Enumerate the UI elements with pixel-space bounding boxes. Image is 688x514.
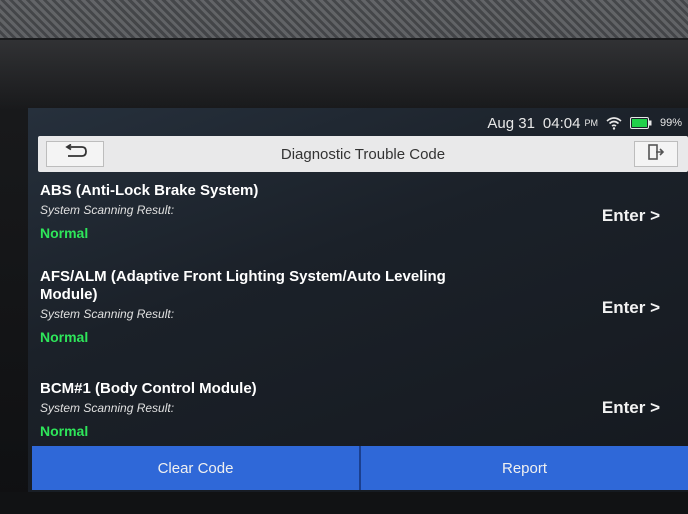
device-bezel — [0, 0, 688, 38]
title-bar: Diagnostic Trouble Code — [38, 136, 688, 172]
scan-result-label: System Scanning Result: — [40, 401, 175, 415]
system-name: AFS/ALM (Adaptive Front Lighting System/… — [40, 268, 446, 303]
system-name: BCM#1 (Body Control Module) — [40, 380, 257, 397]
bottom-action-bar: Clear Code Report — [32, 446, 688, 490]
scan-result-label: System Scanning Result: — [40, 203, 175, 217]
back-arrow-icon — [62, 143, 88, 165]
report-button[interactable]: Report — [359, 446, 688, 490]
wifi-icon — [606, 116, 622, 130]
status-time-suffix: PM — [584, 118, 598, 128]
status-normal: Normal — [40, 225, 89, 241]
clear-code-button[interactable]: Clear Code — [32, 446, 359, 490]
list-item[interactable]: BCM#1 (Body Control Module) System Scann… — [40, 380, 660, 450]
enter-button[interactable]: Enter > — [602, 206, 660, 226]
device-bezel-bottom — [0, 492, 688, 514]
exit-button[interactable] — [634, 141, 678, 167]
system-list: ABS (Anti-Lock Brake System) System Scan… — [40, 182, 680, 450]
screen-glare — [0, 40, 688, 110]
status-normal: Normal — [40, 423, 89, 439]
back-button[interactable] — [46, 141, 104, 167]
battery-percent: 99% — [659, 117, 682, 129]
battery-icon — [629, 117, 652, 129]
page-title: Diagnostic Trouble Code — [280, 145, 446, 163]
status-date: Aug 31 — [487, 114, 535, 132]
system-name: ABS (Anti-Lock Brake System) — [40, 182, 259, 199]
enter-button[interactable]: Enter > — [602, 298, 660, 318]
status-normal: Normal — [40, 329, 89, 345]
list-item[interactable]: ABS (Anti-Lock Brake System) System Scan… — [40, 182, 660, 268]
scan-result-label: System Scanning Result: — [40, 307, 175, 321]
status-bar: Aug 31 04:04 PM 99% — [28, 112, 688, 134]
exit-icon — [647, 143, 665, 166]
list-item[interactable]: AFS/ALM (Adaptive Front Lighting System/… — [40, 268, 660, 380]
status-time: 04:04 — [542, 114, 581, 132]
enter-button[interactable]: Enter > — [602, 398, 660, 418]
scan-tool-device: Aug 31 04:04 PM 99% Diagnostic Trouble C… — [0, 0, 688, 514]
